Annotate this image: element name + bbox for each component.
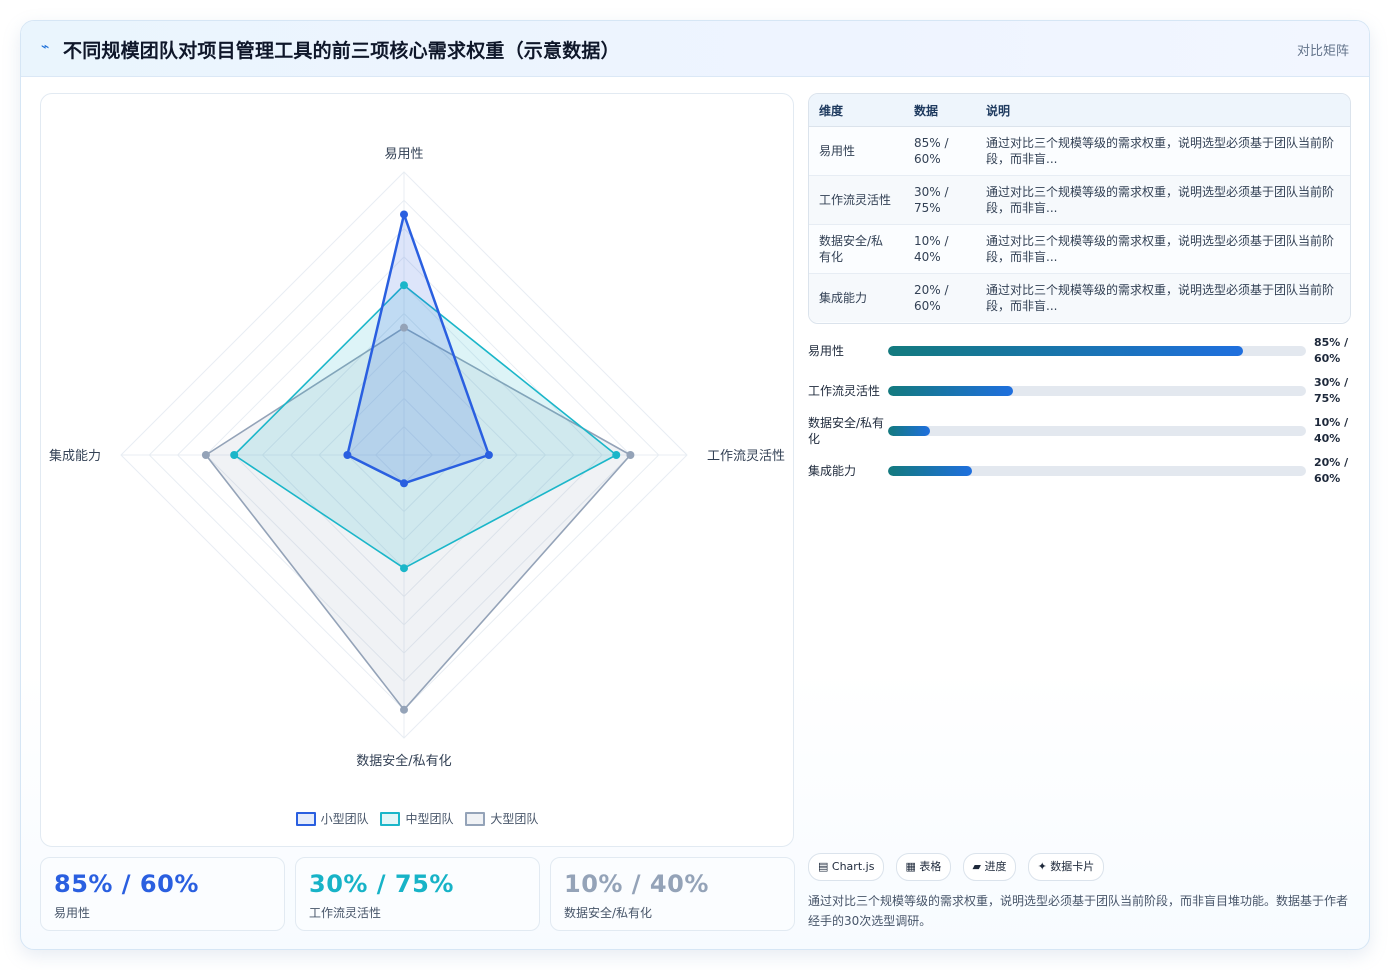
header-bar: ⌁ 不同规模团队对项目管理工具的前三项核心需求权重（示意数据） 对比矩阵 [21,21,1369,77]
axis-label: 易用性 [384,147,423,162]
data-point [400,479,408,488]
view-mode-label: 对比矩阵 [1296,44,1349,59]
data-point [400,564,408,573]
legend-label: 大型团队 [490,812,539,826]
table-cell: 通过对比三个规模等级的需求权重，说明选型必须基于团队当前阶段，而非盲... [976,175,1350,225]
tag-label: 进度 [984,860,1007,873]
data-point [400,281,408,290]
progress-value: 30% / 75% [1314,376,1349,405]
progress-value: 20% / 60% [1314,456,1349,485]
progress-label: 集成能力 [808,464,857,478]
tag-label: 表格 [919,860,942,873]
progress-label: 工作流灵活性 [808,384,881,398]
kpi-value: 10% / 40% [564,870,709,898]
table-cell: 数据安全/私有化 [809,224,904,274]
progress-row-security: 数据安全/私有化 10% / 40% [808,414,1349,448]
tag-list: ▤ Chart.js ▦ 表格 ▰ 进度 ✦ 数据卡片 [808,853,1110,881]
main-card: ⌁ 不同规模团队对项目管理工具的前三项核心需求权重（示意数据） 对比矩阵 易用性… [20,20,1370,950]
table-cell: 85% / 60% [904,126,976,176]
table-cell: 工作流灵活性 [809,175,904,225]
table-row: 工作流灵活性 30% / 75% 通过对比三个规模等级的需求权重，说明选型必须基… [809,175,1350,225]
column-header: 维度 [809,94,904,127]
axis-label: 集成能力 [49,448,101,464]
legend-swatch-medium [380,811,401,826]
kpi-card-ease: 85% / 60% 易用性 [40,857,285,931]
data-point [230,451,239,459]
pulse-icon: ⌁ [41,39,50,55]
progress-row-workflow: 工作流灵活性 30% / 75% [808,374,1349,408]
data-table: 维度 数据 说明 易用性 85% / 60% 通过对比三个规模等级的需求权重，说… [808,93,1351,324]
progress-value: 10% / 40% [1314,416,1349,445]
legend-item-medium[interactable]: 中型团队 [380,810,454,827]
kpi-card-workflow: 30% / 75% 工作流灵活性 [295,857,540,931]
tag-label: Chart.js [831,860,875,873]
data-point [626,451,635,459]
table-cell: 通过对比三个规模等级的需求权重，说明选型必须基于团队当前阶段，而非盲... [976,126,1350,176]
progress-fill [888,466,972,476]
table-cell: 10% / 40% [904,224,976,274]
page-title: 不同规模团队对项目管理工具的前三项核心需求权重（示意数据） [63,40,620,62]
kpi-label: 易用性 [54,906,91,920]
column-header: 说明 [976,94,1350,127]
table-cell: 20% / 60% [904,273,976,322]
chart-legend: 小型团队 中型团队 大型团队 [41,810,793,829]
progress-fill [888,426,930,436]
footnote-text: 通过对比三个规模等级的需求权重，说明选型必须基于团队当前阶段，而非盲目堆功能。数… [808,894,1349,928]
kpi-card-security: 10% / 40% 数据安全/私有化 [550,857,795,931]
kpi-label: 工作流灵活性 [309,906,382,920]
progress-icon: ▰ [972,860,981,873]
table-header-row: 维度 数据 说明 [809,94,1350,127]
progress-track [888,386,1306,396]
legend-swatch-small [295,811,316,826]
tag-chartjs[interactable]: ▤ Chart.js [808,853,885,881]
data-point [400,705,408,714]
progress-label: 数据安全/私有化 [808,416,885,446]
kpi-value: 30% / 75% [309,870,454,898]
sparkle-icon: ✦ [1037,860,1047,873]
tag-label: 数据卡片 [1050,860,1095,873]
data-point [612,451,621,459]
table-cell: 通过对比三个规模等级的需求权重，说明选型必须基于团队当前阶段，而非盲... [976,224,1350,274]
progress-row-integration: 集成能力 20% / 60% [808,454,1349,488]
column-header: 数据 [904,94,976,127]
table-row: 易用性 85% / 60% 通过对比三个规模等级的需求权重，说明选型必须基于团队… [809,126,1350,176]
data-point [201,451,210,459]
radar-chart: 易用性工作流灵活性数据安全/私有化 集成能力 [49,147,785,769]
radar-chart-panel: 易用性工作流灵活性数据安全/私有化 集成能力 小型团队 中型团队 大型团队 [40,93,794,847]
table-cell: 集成能力 [809,273,904,322]
table-cell: 30% / 75% [904,175,976,225]
data-point [484,451,493,459]
tag-data-card[interactable]: ✦ 数据卡片 [1027,853,1105,881]
table-cell: 易用性 [809,126,904,176]
kpi-label: 数据安全/私有化 [564,906,653,920]
tag-table[interactable]: ▦ 表格 [895,853,952,881]
tag-progress[interactable]: ▰ 进度 [962,853,1017,881]
progress-track [888,466,1306,476]
kpi-value: 85% / 60% [54,870,199,898]
data-point [400,323,408,332]
progress-track [888,346,1306,356]
legend-swatch-large [465,811,486,826]
table-row: 集成能力 20% / 60% 通过对比三个规模等级的需求权重，说明选型必须基于团… [809,273,1350,322]
legend-label: 中型团队 [405,812,454,826]
axis-label: 工作流灵活性 [707,449,785,464]
data-point [343,451,352,459]
chart-icon: ▤ [818,860,829,873]
progress-track [888,426,1306,436]
table-icon: ▦ [905,860,916,873]
axis-label: 数据安全/私有化 [356,753,451,769]
legend-item-small[interactable]: 小型团队 [295,810,369,827]
progress-fill [888,386,1014,396]
progress-row-ease: 易用性 85% / 60% [808,334,1349,368]
progress-value: 85% / 60% [1314,336,1349,365]
legend-item-large[interactable]: 大型团队 [465,810,538,827]
table-row: 数据安全/私有化 10% / 40% 通过对比三个规模等级的需求权重，说明选型必… [809,224,1350,274]
progress-fill [888,346,1244,356]
data-point [400,210,408,219]
legend-label: 小型团队 [320,812,369,826]
table-cell: 通过对比三个规模等级的需求权重，说明选型必须基于团队当前阶段，而非盲... [976,273,1350,322]
progress-label: 易用性 [808,344,845,358]
